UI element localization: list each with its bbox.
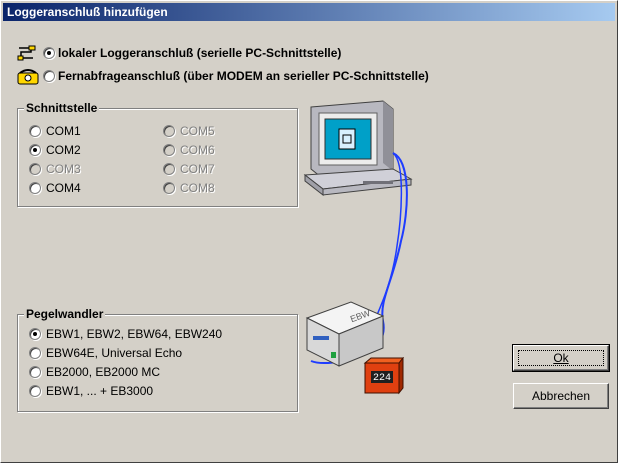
- converter-label-4[interactable]: EBW1, ... + EB3000: [46, 384, 153, 398]
- com-port-label-4[interactable]: COM4: [46, 181, 81, 195]
- converter-label-2[interactable]: EBW64E, Universal Echo: [46, 346, 182, 360]
- converter-radio-2[interactable]: [29, 347, 41, 359]
- remote-connection-label[interactable]: Fernabfrageanschluß (über MODEM an serie…: [58, 69, 429, 83]
- converter-label-1[interactable]: EBW1, EBW2, EBW64, EBW240: [46, 327, 222, 341]
- modem-phone-icon: [17, 69, 39, 85]
- ok-button-focus: [518, 350, 604, 366]
- com-port-label-8: COM8: [180, 181, 215, 195]
- com-port-radio-7: [163, 163, 175, 175]
- converter-radio-1[interactable]: [29, 328, 41, 340]
- com-port-radio-2[interactable]: [29, 144, 41, 156]
- cancel-button-label: Abbrechen: [531, 389, 591, 403]
- local-connection-radio[interactable]: [43, 47, 55, 59]
- com-port-label-6: COM6: [180, 143, 215, 157]
- com-port-radio-4[interactable]: [29, 182, 41, 194]
- window-title: Loggeranschluß hinzufügen: [7, 5, 168, 19]
- com-port-radio-8: [163, 182, 175, 194]
- com-port-label-3: COM3: [46, 162, 81, 176]
- com-port-label-2[interactable]: COM2: [46, 143, 81, 157]
- dialog-window: Loggeranschluß hinzufügen lokaler Logger…: [0, 0, 618, 463]
- ok-button[interactable]: Ok: [512, 344, 610, 372]
- gauge-display-value: 224: [373, 373, 392, 384]
- com-port-label-7: COM7: [180, 162, 215, 176]
- converter-radio-3[interactable]: [29, 366, 41, 378]
- converter-radio-4[interactable]: [29, 385, 41, 397]
- com-port-label-5: COM5: [180, 124, 215, 138]
- com-port-radio-5: [163, 125, 175, 137]
- interface-group-title: Schnittstelle: [24, 101, 100, 115]
- cancel-button[interactable]: Abbrechen: [513, 383, 609, 409]
- com-port-label-1[interactable]: COM1: [46, 124, 81, 138]
- converter-label-3[interactable]: EB2000, EB2000 MC: [46, 365, 160, 379]
- com-port-radio-6: [163, 144, 175, 156]
- converter-group-title: Pegelwandler: [24, 307, 106, 321]
- title-bar: Loggeranschluß hinzufügen: [3, 3, 615, 21]
- com-port-radio-1[interactable]: [29, 125, 41, 137]
- com-port-radio-3: [29, 163, 41, 175]
- serial-cable-icon: [17, 45, 36, 61]
- local-connection-label[interactable]: lokaler Loggeranschluß (serielle PC-Schn…: [58, 46, 341, 60]
- remote-connection-radio[interactable]: [43, 70, 55, 82]
